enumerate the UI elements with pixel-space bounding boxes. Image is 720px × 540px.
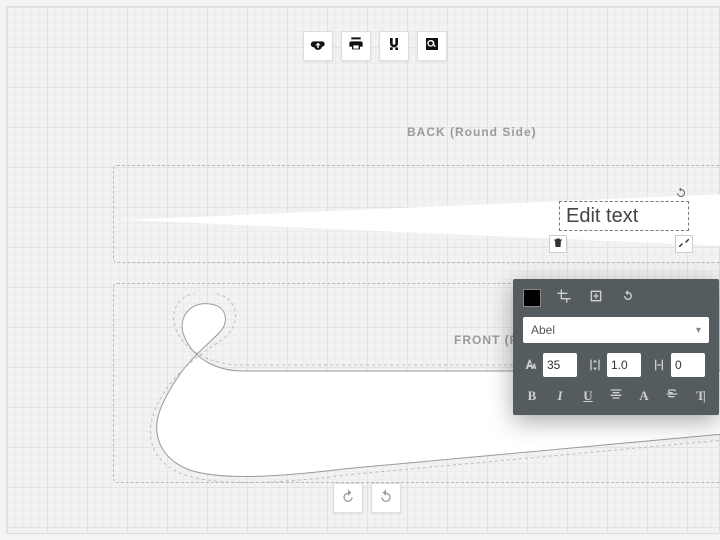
text-cursor-button[interactable]: T| (691, 387, 709, 405)
refresh-button[interactable] (619, 289, 637, 307)
resize-icon (678, 237, 690, 252)
rotate-handle[interactable] (672, 185, 690, 203)
char-space-icon (651, 357, 667, 373)
text-format-panel: Abel ▾ B I U A (513, 279, 719, 415)
crop-icon (556, 288, 572, 309)
search-icon (424, 36, 440, 57)
char-space-control (651, 353, 705, 377)
zoom-button[interactable] (417, 31, 447, 61)
undo-button[interactable] (333, 483, 363, 513)
color-swatch[interactable] (523, 289, 541, 307)
magnet-icon (386, 36, 402, 57)
align-center-icon (608, 386, 624, 407)
format-row-metrics (523, 353, 709, 377)
line-height-input[interactable] (607, 353, 641, 377)
text-size-icon (523, 357, 539, 373)
design-canvas[interactable]: BACK (Round Side) FRONT (Flat Side) Edit… (6, 6, 720, 534)
refresh-icon (620, 288, 636, 309)
text-edit-content: Edit text (566, 205, 638, 228)
chevron-down-icon: ▾ (696, 325, 701, 336)
back-side-label: BACK (Round Side) (407, 125, 537, 139)
underline-button[interactable]: U (579, 387, 597, 405)
align-button[interactable] (607, 387, 625, 405)
font-size-input[interactable] (543, 353, 577, 377)
format-row-font: Abel ▾ (523, 317, 709, 343)
plus-box-icon (588, 288, 604, 309)
undo-icon (340, 488, 356, 509)
italic-button[interactable]: I (551, 387, 569, 405)
print-icon (348, 36, 364, 57)
snap-button[interactable] (379, 31, 409, 61)
top-toolbar (303, 31, 447, 61)
delete-handle[interactable] (549, 235, 567, 253)
trash-icon (552, 237, 564, 252)
upload-button[interactable] (303, 31, 333, 61)
font-select-value: Abel (531, 323, 555, 337)
crop-button[interactable] (555, 289, 573, 307)
font-size-control (523, 353, 577, 377)
rotate-icon (675, 187, 687, 202)
resize-handle[interactable] (675, 235, 693, 253)
history-toolbar (333, 483, 401, 513)
redo-button[interactable] (371, 483, 401, 513)
font-select[interactable]: Abel ▾ (523, 317, 709, 343)
format-row-top (523, 289, 709, 307)
text-edit-box[interactable]: Edit text (559, 201, 689, 231)
redo-icon (378, 488, 394, 509)
strike-button[interactable] (663, 387, 681, 405)
bold-button[interactable]: B (523, 387, 541, 405)
strikethrough-icon (664, 386, 680, 407)
text-color-button[interactable]: A (635, 387, 653, 405)
layout-button[interactable] (587, 289, 605, 307)
char-space-input[interactable] (671, 353, 705, 377)
format-row-style: B I U A T| (523, 387, 709, 405)
cloud-upload-icon (310, 36, 326, 57)
line-height-control (587, 353, 641, 377)
print-button[interactable] (341, 31, 371, 61)
line-height-icon (587, 357, 603, 373)
